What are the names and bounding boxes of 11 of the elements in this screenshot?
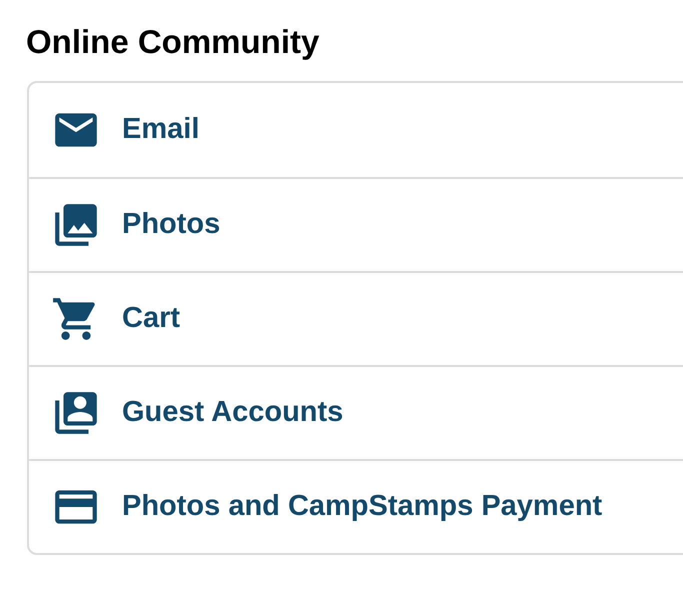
list-item[interactable]: Email: [29, 83, 683, 177]
item-label: Guest Accounts: [122, 395, 344, 430]
list-item[interactable]: Cart: [29, 271, 683, 365]
list-item[interactable]: Photos: [29, 177, 683, 271]
list-item[interactable]: Photos and CampStamps Payment: [29, 459, 683, 553]
item-label: Cart: [122, 301, 180, 336]
item-label: Photos: [122, 207, 220, 242]
item-label: Photos and CampStamps Payment: [122, 489, 602, 524]
item-label: Email: [122, 112, 200, 148]
list-item[interactable]: Guest Accounts: [29, 365, 683, 459]
section-heading: Online Community: [26, 22, 320, 62]
